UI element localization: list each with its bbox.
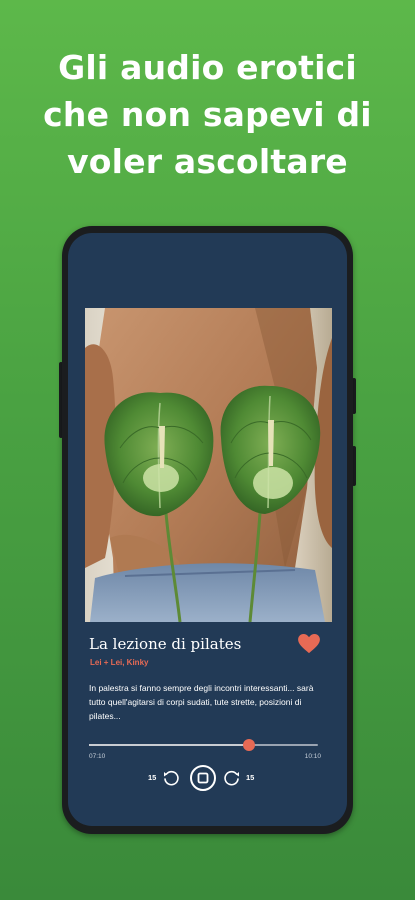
headline-line-3: voler ascoltare [67, 142, 348, 181]
stop-icon[interactable] [189, 764, 217, 792]
headline-line-2: che non sapevi di [43, 95, 372, 134]
cover-image [85, 308, 332, 622]
total-time: 10:10 [304, 753, 321, 760]
track-tags: Lei + Lei, Kinky [90, 658, 149, 667]
player-screen: La lezione di pilates Lei + Lei, Kinky I… [68, 233, 347, 826]
headline: Gli audio erotici che non sapevi di vole… [0, 44, 415, 185]
forward-seconds-label: 15 [246, 773, 255, 782]
playback-controls: 15 15 [68, 764, 347, 792]
heart-icon[interactable] [298, 634, 320, 654]
progress-bar[interactable] [89, 739, 318, 751]
rewind-seconds-label: 15 [148, 773, 157, 782]
track-description: In palestra si fanno sempre degli incont… [89, 683, 314, 721]
headline-line-1: Gli audio erotici [58, 48, 357, 87]
track-title: La lezione di pilates [89, 635, 242, 653]
progress-fill [89, 744, 250, 746]
rewind-15-icon[interactable] [162, 769, 180, 787]
progress-thumb[interactable] [243, 739, 256, 751]
elapsed-time: 07:10 [89, 753, 106, 760]
forward-15-icon[interactable] [223, 769, 241, 787]
